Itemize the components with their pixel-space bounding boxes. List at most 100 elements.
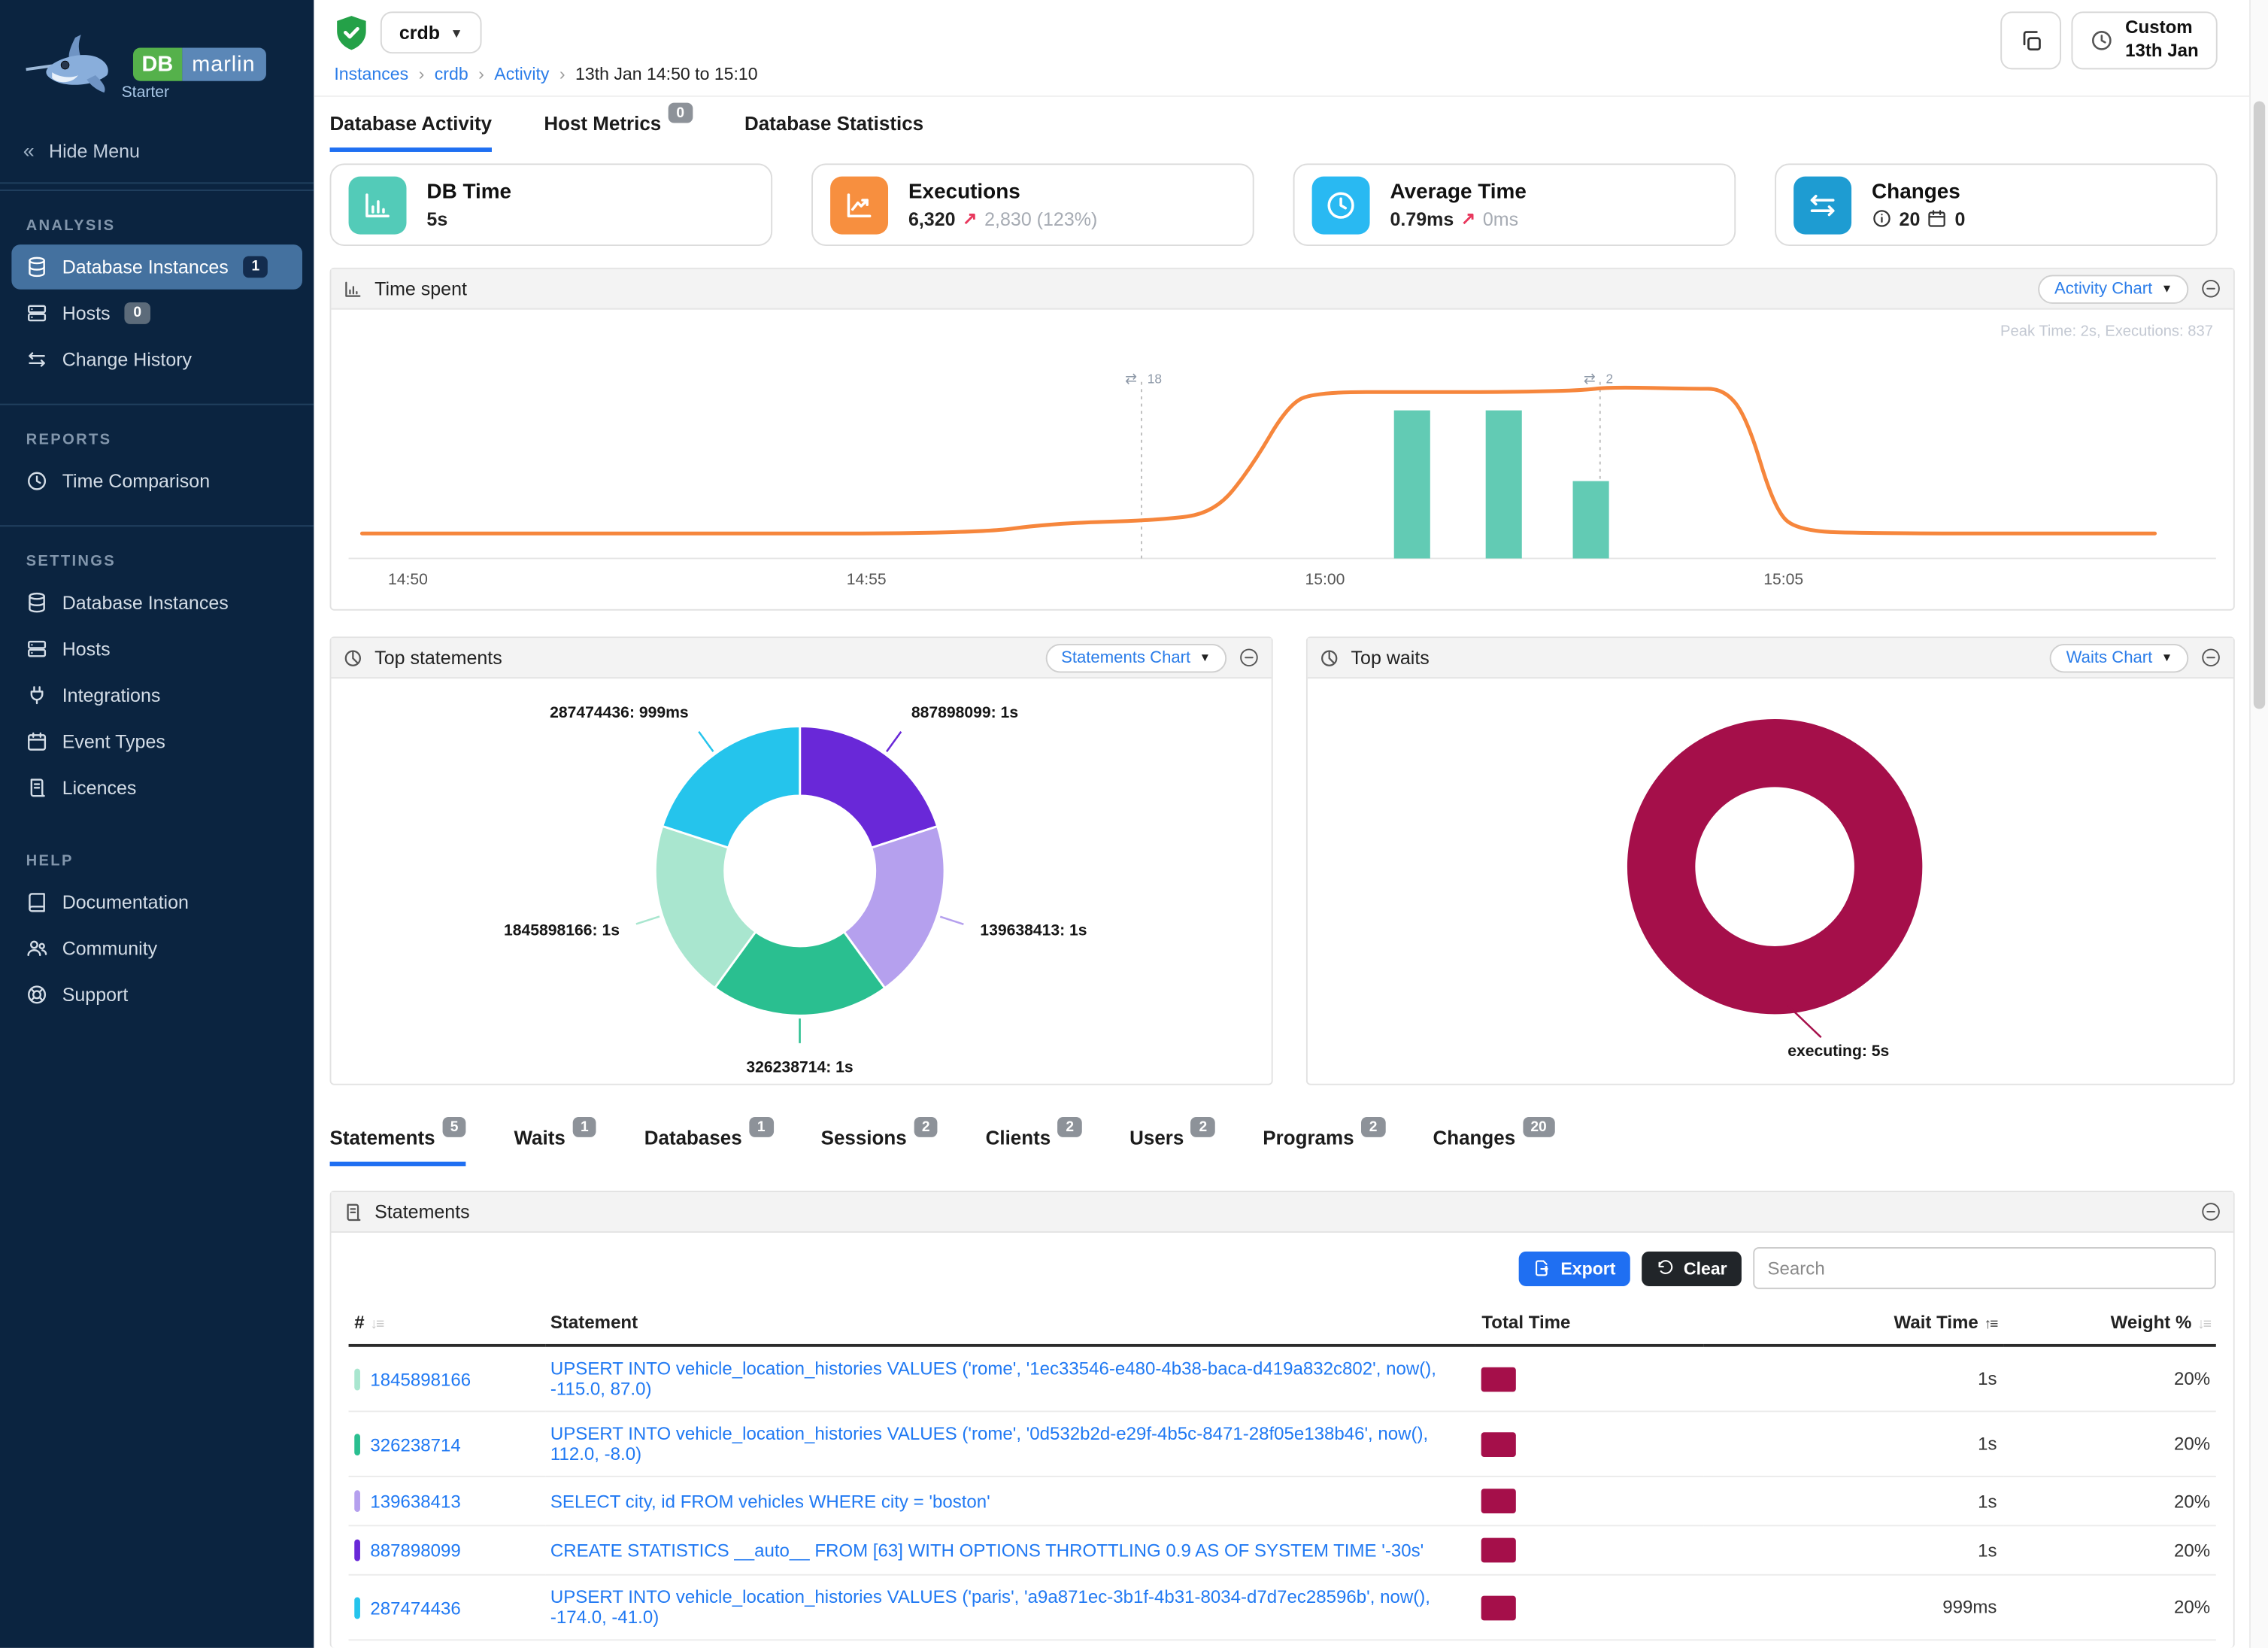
detail-tab-users[interactable]: Users2 xyxy=(1129,1127,1215,1166)
detail-tab-waits[interactable]: Waits1 xyxy=(514,1127,597,1166)
count-badge: 1 xyxy=(243,256,268,278)
collapse-panel-button[interactable] xyxy=(2200,1201,2222,1223)
col-header-total-time[interactable]: Total Time xyxy=(1476,1304,1703,1346)
search-input[interactable] xyxy=(1753,1247,2216,1289)
sidebar-item-change-history[interactable]: Change History xyxy=(11,337,302,382)
sidebar-item-event-types[interactable]: Event Types xyxy=(11,719,302,764)
sidebar-item-database-instances[interactable]: Database Instances xyxy=(11,580,302,625)
range-date: 13th Jan xyxy=(2125,41,2199,63)
sidebar-item-time-comparison[interactable]: Time Comparison xyxy=(11,459,302,504)
sort-icon-active: ↑≡ xyxy=(1984,1316,1997,1332)
col-header-statement[interactable]: Statement xyxy=(544,1304,1475,1346)
copy-link-button[interactable] xyxy=(2001,11,2062,69)
statement-sql-link[interactable]: CREATE STATISTICS __auto__ FROM [63] WIT… xyxy=(550,1540,1424,1561)
waits-chart-dropdown[interactable]: Waits Chart ▼ xyxy=(2050,643,2188,672)
sidebar-item-support[interactable]: Support xyxy=(11,973,302,1018)
sidebar-section-reports: REPORTSTime Comparison xyxy=(0,404,314,520)
wait-time-cell: 999ms xyxy=(1703,1575,2003,1640)
bar-chart-icon xyxy=(343,278,363,299)
top-waits-panel: Top waits Waits Chart ▼ executing: 5s xyxy=(1306,636,2235,1085)
chevron-down-icon: ▼ xyxy=(450,26,463,40)
table-row: 1845898166 UPSERT INTO vehicle_location_h… xyxy=(349,1346,2216,1412)
db-icon xyxy=(26,256,48,278)
sidebar-item-hosts[interactable]: Hosts xyxy=(11,627,302,672)
clock-icon xyxy=(26,470,48,492)
breadcrumb-link-instances[interactable]: Instances xyxy=(334,64,408,84)
waits-donut-chart[interactable]: executing: 5s xyxy=(1308,678,2233,1085)
hide-menu-button[interactable]: « Hide Menu xyxy=(0,119,314,184)
sidebar-item-community[interactable]: Community xyxy=(11,926,302,971)
detail-tab-clients[interactable]: Clients2 xyxy=(986,1127,1082,1166)
tab-host-metrics[interactable]: Host Metrics0 xyxy=(544,113,692,152)
sidebar-item-database-instances[interactable]: Database Instances1 xyxy=(11,244,302,290)
sidebar-item-integrations[interactable]: Integrations xyxy=(11,672,302,718)
detail-tab-sessions[interactable]: Sessions2 xyxy=(821,1127,938,1166)
sidebar-nav: ANALYSISDatabase Instances1Hosts0Change … xyxy=(0,190,314,1033)
stat-cards: DB Time5sExecutions6,320↗2,830 (123%)Ave… xyxy=(330,163,2218,246)
sidebar-item-documentation[interactable]: Documentation xyxy=(11,879,302,924)
sidebar-item-label: Event Types xyxy=(62,730,165,752)
statement-id-link[interactable]: 887898099 xyxy=(370,1541,460,1562)
stat-delta: 2,830 (123%) xyxy=(984,208,1097,229)
detail-tab-databases[interactable]: Databases1 xyxy=(644,1127,773,1166)
breadcrumb-link-activity[interactable]: Activity xyxy=(494,64,549,84)
chart-line-icon xyxy=(843,189,875,220)
pie-chart-icon xyxy=(1319,648,1339,668)
statement-sql-link[interactable]: UPSERT INTO vehicle_location_histories V… xyxy=(550,1587,1430,1628)
breadcrumb: Instances›crdb›Activity›13th Jan 14:50 t… xyxy=(334,64,757,84)
statements-donut-chart[interactable]: 887898099: 1s139638413: 1s326238714: 1s1… xyxy=(331,678,1271,1085)
sidebar-item-licences[interactable]: Licences xyxy=(11,766,302,811)
col-header-id[interactable]: #↓≡ xyxy=(349,1304,545,1346)
sidebar-section-title: REPORTS xyxy=(11,417,302,457)
activity-chart-svg: 14:5014:5515:0015:05⇄18⇄2 xyxy=(331,310,2233,612)
collapse-panel-button[interactable] xyxy=(1239,647,1260,669)
activity-chart[interactable]: 14:5014:5515:0015:05⇄18⇄2 Peak Time: 2s,… xyxy=(331,310,2233,612)
scrollbar[interactable] xyxy=(2249,0,2268,1648)
export-button[interactable]: Export xyxy=(1519,1251,1630,1285)
tab-database-statistics[interactable]: Database Statistics xyxy=(744,113,923,152)
stat-card-db-time: DB Time5s xyxy=(330,163,773,246)
plan-label: Starter xyxy=(122,84,300,102)
statements-table: #↓≡ Statement Total Time Wait Time↑≡ Wei… xyxy=(349,1304,2216,1640)
collapse-panel-button[interactable] xyxy=(2200,278,2222,299)
col-header-weight[interactable]: Weight %↓≡ xyxy=(2003,1304,2216,1346)
count-badge: 2 xyxy=(914,1117,938,1137)
statement-id-link[interactable]: 287474436 xyxy=(370,1598,460,1619)
detail-tab-changes[interactable]: Changes20 xyxy=(1433,1127,1554,1166)
statement-sql-link[interactable]: UPSERT INTO vehicle_location_histories V… xyxy=(550,1358,1436,1399)
server-icon xyxy=(26,302,48,324)
clear-button[interactable]: Clear xyxy=(1642,1251,1742,1285)
collapse-panel-button[interactable] xyxy=(2200,647,2222,669)
tab-database-activity[interactable]: Database Activity xyxy=(330,113,493,152)
scrollbar-thumb[interactable] xyxy=(2254,102,2265,709)
statement-sql-link[interactable]: SELECT city, id FROM vehicles WHERE city… xyxy=(550,1491,990,1511)
weight-cell: 20% xyxy=(2003,1346,2216,1412)
detail-tab-statements[interactable]: Statements5 xyxy=(330,1127,466,1166)
detail-tab-programs[interactable]: Programs2 xyxy=(1263,1127,1385,1166)
col-header-wait-time[interactable]: Wait Time↑≡ xyxy=(1703,1304,2003,1346)
sidebar-item-hosts[interactable]: Hosts0 xyxy=(11,291,302,336)
statement-id-link[interactable]: 326238714 xyxy=(370,1434,460,1455)
tab-label: Changes xyxy=(1433,1127,1515,1149)
statement-id-link[interactable]: 139638413 xyxy=(370,1492,460,1512)
svg-text:14:55: 14:55 xyxy=(847,571,887,588)
statement-color-chip xyxy=(354,1490,360,1512)
time-range-button[interactable]: Custom 13th Jan xyxy=(2072,11,2218,69)
time-spent-panel: Time spent Activity Chart ▼ 14:5014:5515… xyxy=(330,268,2235,611)
statements-chart-dropdown[interactable]: Statements Chart ▼ xyxy=(1045,643,1226,672)
stat-card-title: Changes xyxy=(1872,180,1965,203)
breadcrumb-link-crdb[interactable]: crdb xyxy=(435,64,468,84)
book-icon xyxy=(26,891,48,913)
activity-chart-dropdown[interactable]: Activity Chart ▼ xyxy=(2039,275,2188,303)
statement-sql-link[interactable]: UPSERT INTO vehicle_location_histories V… xyxy=(550,1424,1428,1464)
export-icon xyxy=(1533,1258,1552,1277)
svg-text:15:00: 15:00 xyxy=(1305,571,1345,588)
statement-id-link[interactable]: 1845898166 xyxy=(370,1370,471,1390)
peak-note: Peak Time: 2s, Executions: 837 xyxy=(2000,323,2213,340)
panel-title: Time spent xyxy=(374,278,467,299)
sidebar-section-title: SETTINGS xyxy=(11,539,302,579)
instance-selector[interactable]: crdb ▼ xyxy=(381,11,482,53)
tab-label: Host Metrics xyxy=(544,113,661,135)
chevrons-left-icon: « xyxy=(23,139,35,162)
total-time-bar xyxy=(1481,1431,1516,1456)
